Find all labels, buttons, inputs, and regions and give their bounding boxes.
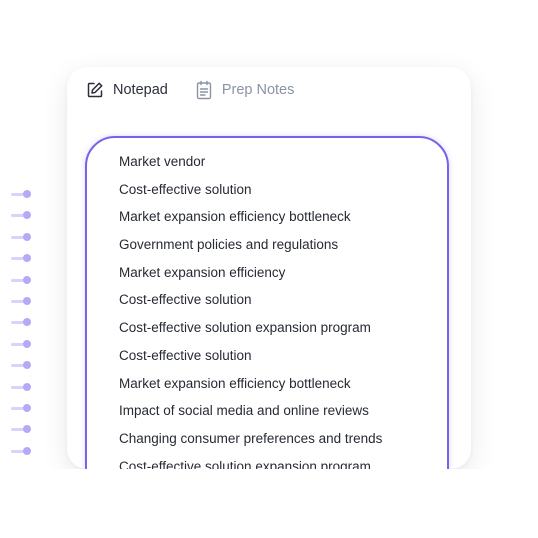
list-item[interactable]: Government policies and regulations [119, 234, 382, 262]
tab-prep-notes-label: Prep Notes [221, 82, 295, 98]
list-item[interactable]: Market expansion efficiency [119, 262, 382, 290]
list-item[interactable]: Cost-effective solution [119, 289, 382, 317]
spiral-ring [11, 211, 41, 221]
spiral-ring [11, 425, 41, 435]
tab-prep-notes[interactable]: Prep Notes [194, 80, 295, 100]
spiral-binding [11, 190, 41, 470]
spiral-ring [11, 275, 41, 286]
spiral-ring [11, 190, 41, 200]
spiral-ring [11, 382, 41, 393]
spiral-ring [11, 404, 41, 414]
list-item[interactable]: Market expansion efficiency bottleneck [119, 373, 382, 401]
list-item[interactable]: Cost-effective solution expansion progra… [119, 317, 382, 345]
clipboard-icon [194, 80, 214, 100]
tab-bar: Notepad Prep Notes [85, 79, 294, 101]
spiral-ring [11, 361, 41, 371]
list-item[interactable]: Cost-effective solution [119, 179, 382, 207]
spiral-ring [11, 339, 41, 350]
list-item[interactable]: Market expansion efficiency bottleneck [119, 206, 382, 234]
spiral-ring [11, 318, 41, 328]
spiral-ring [11, 446, 41, 457]
tab-notepad[interactable]: Notepad [85, 80, 168, 100]
list-item[interactable]: Cost-effective solution [119, 345, 382, 373]
list-item[interactable]: Changing consumer preferences and trends [119, 428, 382, 456]
list-item[interactable]: Impact of social media and online review… [119, 400, 382, 428]
edit-note-icon [85, 80, 105, 100]
bottom-mask [0, 469, 538, 538]
list-item[interactable]: Market vendor [119, 151, 382, 179]
spiral-ring [11, 232, 41, 243]
spiral-ring [11, 254, 41, 264]
notes-list: Market vendor Cost-effective solution Ma… [119, 151, 382, 483]
spiral-ring [11, 297, 41, 307]
tab-notepad-label: Notepad [113, 82, 168, 98]
